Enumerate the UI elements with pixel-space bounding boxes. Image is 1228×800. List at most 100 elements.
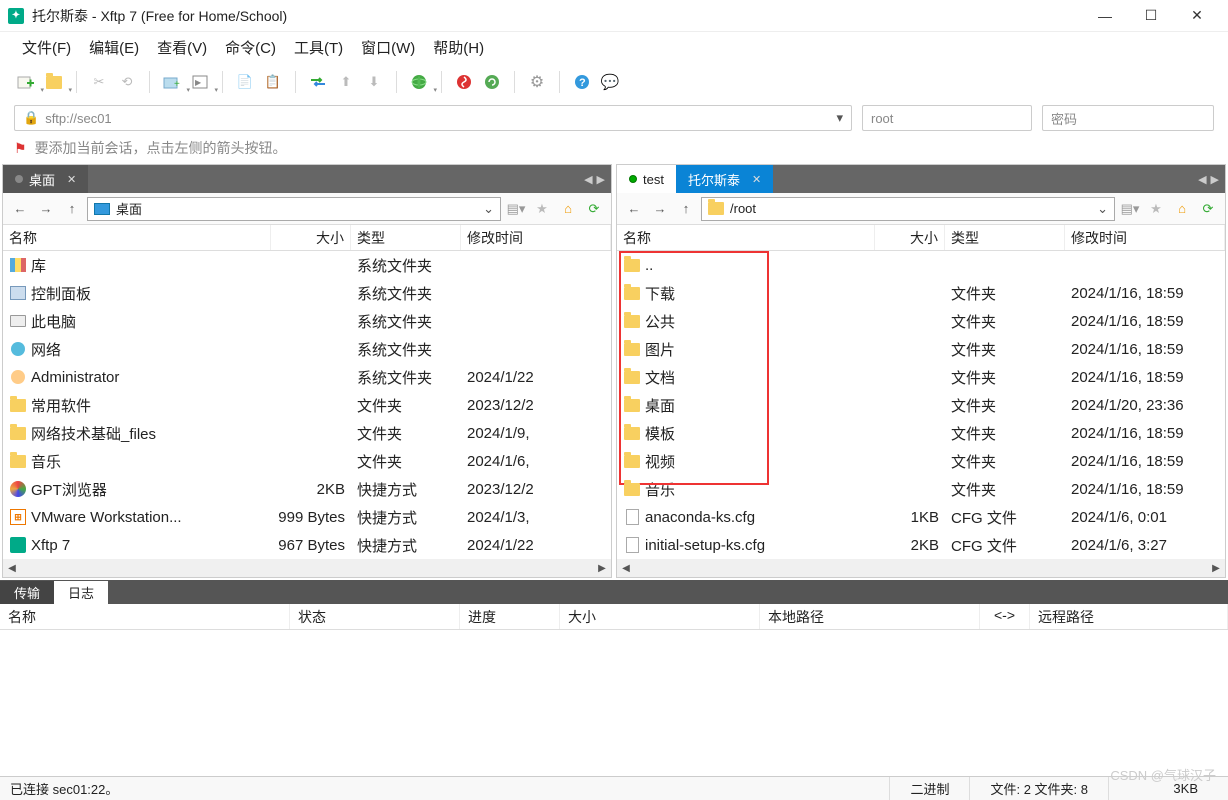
tabs-next-icon[interactable]: ▶ [597, 173, 605, 186]
list-item[interactable]: .. [617, 251, 1225, 279]
menu-window[interactable]: 窗口(W) [355, 33, 421, 62]
upload-icon[interactable]: ⬆ [334, 70, 358, 94]
tabs-prev-icon[interactable]: ◀ [1198, 173, 1206, 186]
remote-scrollbar[interactable]: ◀▶ [617, 559, 1225, 577]
col-remote[interactable]: 远程路径 [1030, 604, 1228, 629]
list-item[interactable]: ⊞VMware Workstation...999 Bytes快捷方式2024/… [3, 503, 611, 531]
tab-desktop[interactable]: 桌面 ✕ [3, 165, 88, 193]
swirl-icon[interactable] [452, 70, 476, 94]
list-item[interactable]: 视频文件夹2024/1/16, 18:59 [617, 447, 1225, 475]
list-item[interactable]: 网络技术基础_files文件夹2024/1/9, [3, 419, 611, 447]
globe-icon[interactable] [407, 70, 431, 94]
nav-up-icon[interactable]: ↑ [61, 198, 83, 220]
new-session-icon[interactable] [14, 70, 38, 94]
chat-icon[interactable]: 💬 [598, 70, 622, 94]
tabs-next-icon[interactable]: ▶ [1211, 173, 1219, 186]
local-path-input[interactable]: 桌面 ⌄ [87, 197, 501, 221]
tab-tolstoy[interactable]: 托尔斯泰 ✕ [676, 165, 773, 193]
col-name[interactable]: 名称 [0, 604, 290, 629]
list-item[interactable]: 网络系统文件夹 [3, 335, 611, 363]
maximize-button[interactable]: ☐ [1128, 1, 1174, 31]
list-item[interactable]: 此电脑系统文件夹 [3, 307, 611, 335]
list-item[interactable]: 图片文件夹2024/1/16, 18:59 [617, 335, 1225, 363]
list-item[interactable]: 桌面文件夹2024/1/20, 23:36 [617, 391, 1225, 419]
favorite-icon[interactable]: ★ [1145, 198, 1167, 220]
user-input[interactable]: root [862, 105, 1032, 131]
nav-forward-icon[interactable]: → [35, 198, 57, 220]
dropdown-icon[interactable]: ▾ [836, 110, 843, 126]
col-size[interactable]: 大小 [271, 225, 351, 250]
favorite-icon[interactable]: ★ [531, 198, 553, 220]
tab-transfer[interactable]: 传输 [0, 581, 54, 604]
tab-log[interactable]: 日志 [54, 581, 108, 604]
nav-up-icon[interactable]: ↑ [675, 198, 697, 220]
tabs-prev-icon[interactable]: ◀ [584, 173, 592, 186]
col-status[interactable]: 状态 [290, 604, 460, 629]
view-icon[interactable]: ▤▾ [1119, 198, 1141, 220]
password-input[interactable]: 密码 [1042, 105, 1214, 131]
remote-file-list[interactable]: ..下载文件夹2024/1/16, 18:59公共文件夹2024/1/16, 1… [617, 251, 1225, 559]
menu-edit[interactable]: 编辑(E) [83, 33, 145, 62]
col-type[interactable]: 类型 [351, 225, 461, 250]
reconnect-icon[interactable]: ⟲ [115, 70, 139, 94]
col-name[interactable]: 名称 [617, 225, 875, 250]
menu-help[interactable]: 帮助(H) [427, 33, 490, 62]
nav-forward-icon[interactable]: → [649, 198, 671, 220]
refresh-icon[interactable] [480, 70, 504, 94]
tab-test[interactable]: test [617, 165, 676, 193]
col-date[interactable]: 修改时间 [461, 225, 611, 250]
col-size[interactable]: 大小 [560, 604, 760, 629]
nav-back-icon[interactable]: ← [623, 198, 645, 220]
list-item[interactable]: Xftp 7967 Bytes快捷方式2024/1/22 [3, 531, 611, 559]
col-dir[interactable]: <-> [980, 604, 1030, 629]
col-size[interactable]: 大小 [875, 225, 945, 250]
dropdown-icon[interactable]: ⌄ [1097, 201, 1108, 217]
list-item[interactable]: 常用软件文件夹2023/12/2 [3, 391, 611, 419]
list-item[interactable]: Administrator系统文件夹2024/1/22 [3, 363, 611, 391]
list-item[interactable]: GPT浏览器2KB快捷方式2023/12/2 [3, 475, 611, 503]
list-item[interactable]: 下载文件夹2024/1/16, 18:59 [617, 279, 1225, 307]
refresh-icon[interactable]: ⟳ [583, 198, 605, 220]
tab-close-icon[interactable]: ✕ [67, 173, 76, 186]
col-type[interactable]: 类型 [945, 225, 1065, 250]
settings-icon[interactable]: ⚙ [525, 70, 549, 94]
list-item[interactable]: 控制面板系统文件夹 [3, 279, 611, 307]
col-date[interactable]: 修改时间 [1065, 225, 1225, 250]
copy-icon[interactable]: 📄 [233, 70, 257, 94]
col-name[interactable]: 名称 [3, 225, 271, 250]
transfer-icon[interactable] [306, 70, 330, 94]
list-item[interactable]: initial-setup-ks.cfg2KBCFG 文件2024/1/6, 3… [617, 531, 1225, 559]
terminal-icon[interactable]: ▶ [188, 70, 212, 94]
local-file-list[interactable]: 库系统文件夹控制面板系统文件夹此电脑系统文件夹网络系统文件夹Administra… [3, 251, 611, 559]
close-button[interactable]: ✕ [1174, 1, 1220, 31]
nav-back-icon[interactable]: ← [9, 198, 31, 220]
help-icon[interactable]: ? [570, 70, 594, 94]
list-item[interactable]: 公共文件夹2024/1/16, 18:59 [617, 307, 1225, 335]
list-item[interactable]: 音乐文件夹2024/1/6, [3, 447, 611, 475]
download-icon[interactable]: ⬇ [362, 70, 386, 94]
menu-view[interactable]: 查看(V) [151, 33, 213, 62]
menu-tools[interactable]: 工具(T) [288, 33, 349, 62]
new-folder-icon[interactable]: + [160, 70, 184, 94]
paste-icon[interactable]: 📋 [261, 70, 285, 94]
local-scrollbar[interactable]: ◀▶ [3, 559, 611, 577]
col-progress[interactable]: 进度 [460, 604, 560, 629]
remote-path-input[interactable]: /root ⌄ [701, 197, 1115, 221]
menu-file[interactable]: 文件(F) [16, 33, 77, 62]
tab-close-icon[interactable]: ✕ [752, 173, 761, 186]
home-icon[interactable]: ⌂ [1171, 198, 1193, 220]
minimize-button[interactable]: — [1082, 1, 1128, 31]
view-icon[interactable]: ▤▾ [505, 198, 527, 220]
open-icon[interactable] [42, 70, 66, 94]
list-item[interactable]: 库系统文件夹 [3, 251, 611, 279]
dropdown-icon[interactable]: ⌄ [483, 201, 494, 217]
col-local[interactable]: 本地路径 [760, 604, 980, 629]
home-icon[interactable]: ⌂ [557, 198, 579, 220]
menu-command[interactable]: 命令(C) [219, 33, 282, 62]
url-input[interactable]: 🔒 sftp://sec01 ▾ [14, 105, 852, 131]
list-item[interactable]: anaconda-ks.cfg1KBCFG 文件2024/1/6, 0:01 [617, 503, 1225, 531]
refresh-icon[interactable]: ⟳ [1197, 198, 1219, 220]
list-item[interactable]: 音乐文件夹2024/1/16, 18:59 [617, 475, 1225, 503]
list-item[interactable]: 文档文件夹2024/1/16, 18:59 [617, 363, 1225, 391]
disconnect-icon[interactable]: ✂ [87, 70, 111, 94]
